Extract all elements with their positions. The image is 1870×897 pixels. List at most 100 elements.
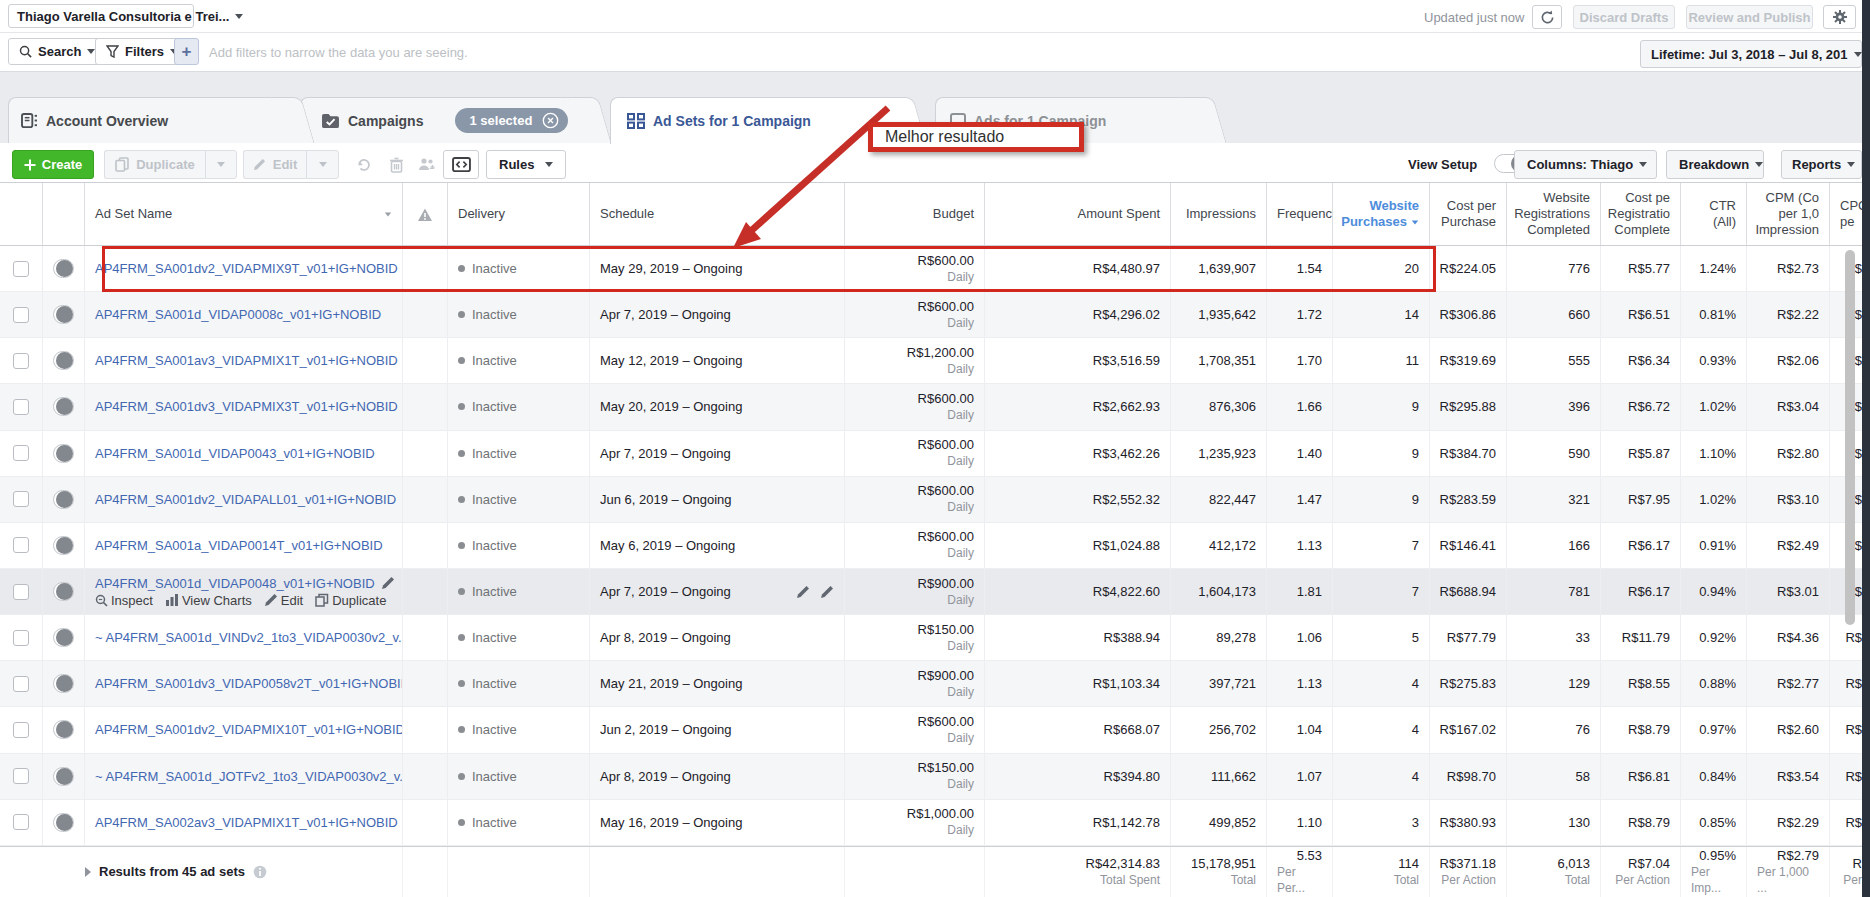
- column-header-ctr[interactable]: CTR(All): [1681, 183, 1747, 245]
- column-header-purchases[interactable]: WebsitePurchases: [1333, 183, 1430, 245]
- ad-set-name-link[interactable]: AP4FRM_SA001a_VIDAP0014T_v01+IG+NOBID: [95, 537, 383, 554]
- status-toggle[interactable]: [53, 720, 74, 739]
- ad-set-name-link[interactable]: AP4FRM_SA001dv2_VIDAPMIX9T_v01+IG+NOBID: [95, 260, 398, 277]
- column-header-cpm[interactable]: CPM (Coper 1,0Impression: [1747, 183, 1830, 245]
- table-row[interactable]: AP4FRM_SA001d_VIDAP0043_v01+IG+NOBIDInac…: [0, 431, 1870, 477]
- row-checkbox[interactable]: [13, 814, 29, 830]
- row-action-edit[interactable]: Edit: [264, 592, 303, 609]
- status-toggle[interactable]: [53, 767, 74, 786]
- discard-drafts-button[interactable]: Discard Drafts: [1573, 5, 1675, 29]
- row-checkbox[interactable]: [13, 537, 29, 553]
- row-checkbox[interactable]: [13, 261, 29, 277]
- status-toggle[interactable]: [53, 582, 74, 601]
- vertical-scrollbar[interactable]: [1845, 250, 1855, 625]
- review-publish-button[interactable]: Review and Publish: [1686, 5, 1813, 29]
- status-toggle[interactable]: [53, 536, 74, 555]
- cell-delivery: Inactive: [448, 800, 590, 845]
- breakdown-dropdown[interactable]: Breakdown: [1666, 150, 1764, 179]
- settings-button[interactable]: [1823, 5, 1856, 29]
- ab-test-button[interactable]: [413, 150, 440, 179]
- table-row[interactable]: AP4FRM_SA001dv2_VIDAPMIX10T_v01+IG+NOBID…: [0, 707, 1870, 753]
- ad-set-name-link[interactable]: ~ AP4FRM_SA001d_JOTFv2_1to3_VIDAP0030v2_…: [95, 768, 403, 785]
- row-action-duplicate[interactable]: Duplicate: [315, 592, 386, 609]
- row-checkbox[interactable]: [13, 722, 29, 738]
- column-header-frequency[interactable]: Frequency: [1267, 183, 1333, 245]
- create-button[interactable]: Create: [12, 150, 94, 179]
- table-row[interactable]: AP4FRM_SA001dv3_VIDAP0058v2T_v01+IG+NOBI…: [0, 661, 1870, 707]
- table-row[interactable]: AP4FRM_SA001a_VIDAP0014T_v01+IG+NOBIDIna…: [0, 523, 1870, 569]
- rules-dropdown[interactable]: Rules: [486, 150, 566, 179]
- footer-results[interactable]: Results from 45 ad sets: [0, 847, 403, 897]
- ad-set-name-link[interactable]: AP4FRM_SA001dv2_VIDAPALL01_v01+IG+NOBID: [95, 491, 396, 508]
- tab-account-overview[interactable]: Account Overview: [8, 97, 293, 143]
- row-checkbox[interactable]: [13, 307, 29, 323]
- table-row[interactable]: AP4FRM_SA001dv3_VIDAPMIX3T_v01+IG+NOBIDI…: [0, 384, 1870, 430]
- row-checkbox[interactable]: [13, 584, 29, 600]
- table-row[interactable]: AP4FRM_SA002av3_VIDAPMIX1T_v01+IG+NOBID I…: [0, 800, 1870, 846]
- table-row[interactable]: ~ AP4FRM_SA001d_JOTFv2_1to3_VIDAP0030v2_…: [0, 754, 1870, 800]
- tab-ad-sets[interactable]: Ad Sets for 1 Campaign: [610, 97, 905, 144]
- add-filter-button[interactable]: +: [174, 38, 199, 65]
- clear-selection-icon[interactable]: [542, 112, 559, 129]
- row-action-view-charts[interactable]: View Charts: [165, 592, 252, 609]
- ad-set-name-link[interactable]: AP4FRM_SA001dv2_VIDAPMIX10T_v01+IG+NOBID: [95, 721, 403, 738]
- row-checkbox[interactable]: [13, 445, 29, 461]
- edit-button[interactable]: Edit: [243, 150, 339, 179]
- duplicate-button[interactable]: Duplicate: [104, 150, 237, 179]
- status-toggle[interactable]: [53, 259, 74, 278]
- duplicate-more-button[interactable]: [205, 150, 237, 179]
- table-row[interactable]: ~ AP4FRM_SA001d_VINDv2_1to3_VIDAP0030v2_…: [0, 615, 1870, 661]
- row-checkbox[interactable]: [13, 630, 29, 646]
- status-toggle[interactable]: [53, 628, 74, 647]
- pixel-button[interactable]: [443, 150, 479, 179]
- column-header-cpr[interactable]: Cost peRegistratioComplete: [1601, 183, 1681, 245]
- ad-set-name-link[interactable]: AP4FRM_SA001d_VIDAP0043_v01+IG+NOBID: [95, 445, 375, 462]
- row-checkbox[interactable]: [13, 353, 29, 369]
- column-header-name[interactable]: Ad Set Name: [85, 183, 403, 245]
- status-toggle[interactable]: [53, 444, 74, 463]
- ad-set-name-link[interactable]: AP4FRM_SA002av3_VIDAPMIX1T_v01+IG+NOBID: [95, 814, 398, 831]
- ad-set-name-link[interactable]: AP4FRM_SA001d_VIDAP0008c_v01+IG+NOBID: [95, 306, 381, 323]
- column-header-schedule[interactable]: Schedule: [590, 183, 845, 245]
- column-header-regs[interactable]: WebsiteRegistrationsCompleted: [1507, 183, 1601, 245]
- search-icon: [19, 45, 32, 58]
- columns-dropdown[interactable]: Columns: Thiago: [1514, 150, 1657, 179]
- table-row[interactable]: AP4FRM_SA001d_VIDAP0048_v01+IG+NOBIDInsp…: [0, 569, 1870, 615]
- status-toggle[interactable]: [53, 351, 74, 370]
- refresh-button[interactable]: [1532, 5, 1562, 29]
- table-row[interactable]: AP4FRM_SA001d_VIDAP0008c_v01+IG+NOBIDIna…: [0, 292, 1870, 338]
- column-header-cpp[interactable]: Cost perPurchase: [1430, 183, 1507, 245]
- edit-more-button[interactable]: [306, 150, 339, 179]
- status-toggle[interactable]: [53, 397, 74, 416]
- selected-count-badge[interactable]: 1 selected: [455, 108, 568, 133]
- tab-campaigns[interactable]: Campaigns 1 selected: [300, 97, 590, 143]
- row-checkbox[interactable]: [13, 399, 29, 415]
- account-selector[interactable]: Thiago Varella Consultoria e Trei...: [8, 4, 194, 28]
- table-row[interactable]: AP4FRM_SA001dv2_VIDAPALL01_v01+IG+NOBIDI…: [0, 477, 1870, 523]
- status-toggle[interactable]: [53, 813, 74, 832]
- ad-set-name-link[interactable]: AP4FRM_SA001dv3_VIDAP0058v2T_v01+IG+NOBI…: [95, 675, 403, 692]
- row-checkbox[interactable]: [13, 768, 29, 784]
- date-range-selector[interactable]: Lifetime: Jul 3, 2018 – Jul 8, 201: [1640, 40, 1862, 68]
- column-header-delivery[interactable]: Delivery: [448, 183, 590, 245]
- reports-dropdown[interactable]: Reports: [1781, 150, 1862, 179]
- revert-button[interactable]: [350, 150, 377, 179]
- column-header-budget[interactable]: Budget: [845, 183, 985, 245]
- cell-schedule: Jun 2, 2019 – Ongoing: [590, 707, 845, 752]
- delete-button[interactable]: [383, 150, 410, 179]
- ad-set-name-link[interactable]: AP4FRM_SA001av3_VIDAPMIX1T_v01+IG+NOBID: [95, 352, 398, 369]
- ad-set-name-link[interactable]: AP4FRM_SA001dv3_VIDAPMIX3T_v01+IG+NOBID: [95, 398, 398, 415]
- status-toggle[interactable]: [53, 674, 74, 693]
- status-toggle[interactable]: [53, 305, 74, 324]
- row-checkbox[interactable]: [13, 491, 29, 507]
- row-action-inspect[interactable]: Inspect: [95, 592, 153, 609]
- row-checkbox[interactable]: [13, 676, 29, 692]
- search-dropdown[interactable]: Search: [8, 38, 106, 65]
- table-row[interactable]: AP4FRM_SA001av3_VIDAPMIX1T_v01+IG+NOBIDI…: [0, 338, 1870, 384]
- ad-set-name-link[interactable]: AP4FRM_SA001d_VIDAP0048_v01+IG+NOBID: [95, 575, 375, 592]
- status-toggle[interactable]: [53, 490, 74, 509]
- ad-set-name-link[interactable]: ~ AP4FRM_SA001d_VINDv2_1to3_VIDAP0030v2_…: [95, 629, 403, 646]
- column-header-impressions[interactable]: Impressions: [1171, 183, 1267, 245]
- table-row[interactable]: AP4FRM_SA001dv2_VIDAPMIX9T_v01+IG+NOBIDI…: [0, 246, 1870, 292]
- column-header-spent[interactable]: Amount Spent: [985, 183, 1171, 245]
